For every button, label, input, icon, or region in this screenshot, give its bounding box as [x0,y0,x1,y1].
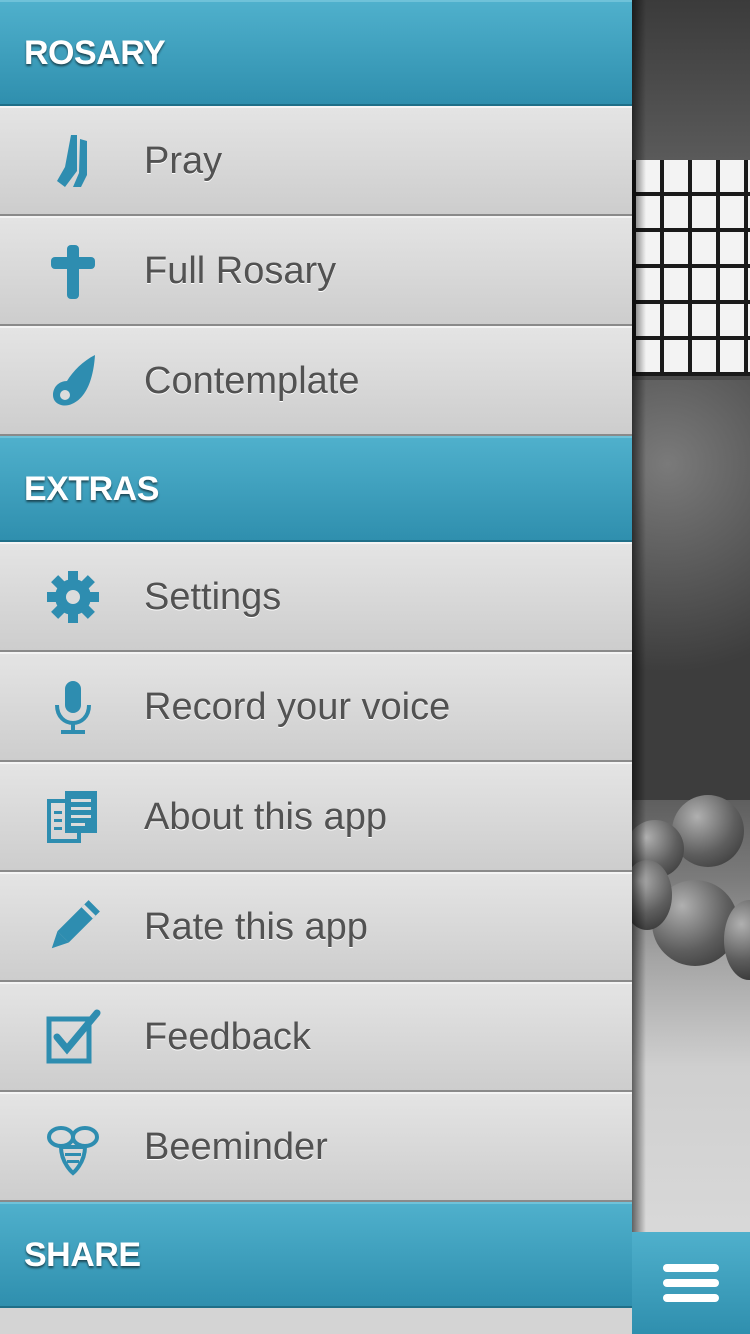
menu-item-record-voice[interactable]: Record your voice [0,652,632,762]
document-icon [40,784,106,850]
cross-icon [40,238,106,304]
side-menu: ROSARY Pray Full Rosary Contemplate EXTR… [0,0,632,1334]
menu-item-pray[interactable]: Pray [0,106,632,216]
section-header-share: SHARE [0,1202,632,1308]
menu-item-label: Contemplate [144,359,360,402]
checkbox-icon [40,1004,106,1070]
wing-icon [40,348,106,414]
menu-item-label: Settings [144,575,282,618]
menu-item-contemplate[interactable]: Contemplate [0,326,632,436]
gear-icon [40,564,106,630]
menu-item-beeminder[interactable]: Beeminder [0,1092,632,1202]
hamburger-menu-icon [663,1264,719,1302]
microphone-icon [40,674,106,740]
pencil-icon [40,894,106,960]
menu-item-about[interactable]: About this app [0,762,632,872]
menu-item-label: Full Rosary [144,249,337,292]
menu-item-label: Feedback [144,1015,311,1058]
menu-item-full-rosary[interactable]: Full Rosary [0,216,632,326]
section-header-extras: EXTRAS [0,436,632,542]
menu-toggle-button[interactable] [632,1232,750,1334]
section-title: ROSARY [24,33,166,72]
bee-icon [40,1114,106,1180]
menu-item-feedback[interactable]: Feedback [0,982,632,1092]
section-title: EXTRAS [24,469,159,508]
menu-shadow [632,0,646,1334]
background-photo [632,0,750,1334]
section-title: SHARE [24,1235,141,1274]
menu-item-label: Pray [144,139,223,182]
section-header-rosary: ROSARY [0,0,632,106]
praying-hands-icon [40,128,106,194]
menu-item-label: Record your voice [144,685,451,728]
menu-item-settings[interactable]: Settings [0,542,632,652]
menu-item-label: About this app [144,795,387,838]
menu-item-label: Rate this app [144,905,368,948]
menu-item-label: Beeminder [144,1125,328,1168]
menu-item-rate[interactable]: Rate this app [0,872,632,982]
stone-wall [632,380,750,800]
